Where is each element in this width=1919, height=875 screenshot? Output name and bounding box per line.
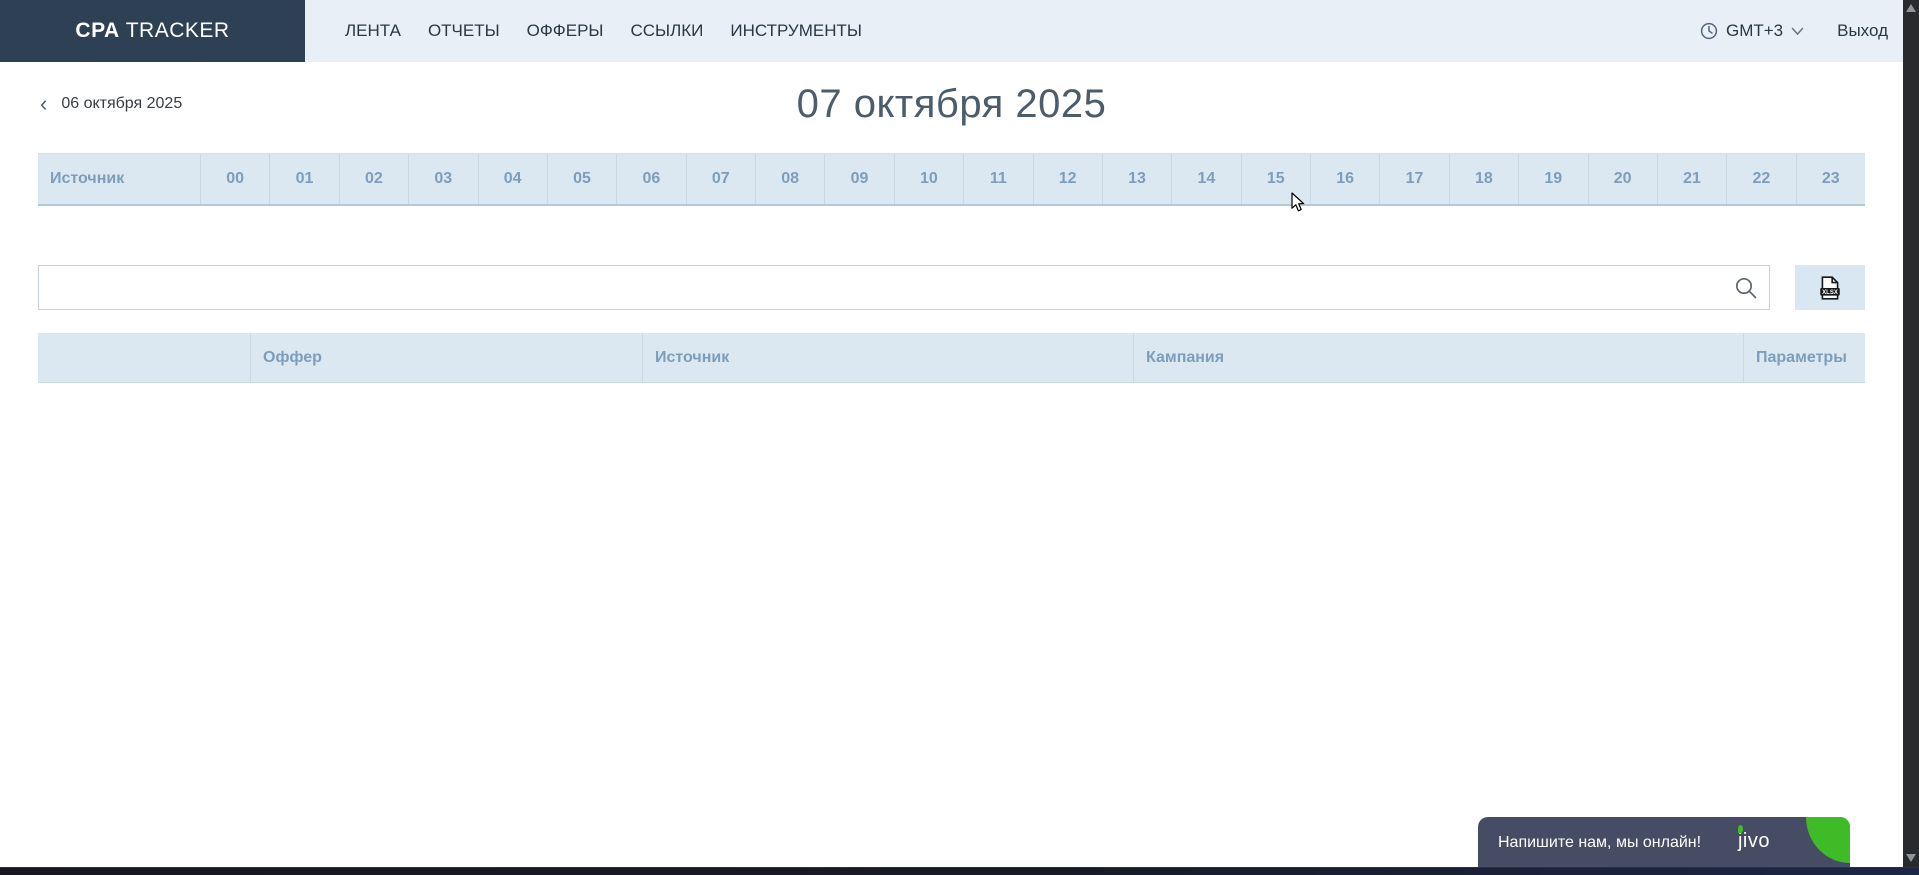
jivo-chat-widget[interactable]: Напишите нам, мы онлайн! jivo	[1478, 817, 1850, 868]
hour-header-cell: 22	[1726, 154, 1795, 204]
date-navigation: ‹ 06 октября 2025 07 октября 2025	[38, 62, 1865, 125]
hour-header-cell: 02	[339, 154, 408, 204]
chevron-left-icon: ‹	[40, 96, 47, 112]
header-right: GMT+3 Выход	[1700, 0, 1919, 62]
jivo-leaf-icon	[1806, 817, 1850, 863]
app-logo[interactable]: CPA TRACKER	[0, 0, 305, 62]
hour-header-cell: 12	[1033, 154, 1102, 204]
search-input[interactable]	[39, 266, 1769, 309]
hour-header-cell: 14	[1171, 154, 1240, 204]
logo-primary: CPA	[75, 19, 119, 43]
hour-header-cell: 15	[1241, 154, 1310, 204]
page-content: ‹ 06 октября 2025 07 октября 2025 Источн…	[0, 62, 1919, 383]
hour-header-cell: 03	[408, 154, 477, 204]
chevron-down-icon	[1791, 27, 1804, 36]
page-title: 07 октября 2025	[38, 62, 1865, 127]
logout-link[interactable]: Выход	[1837, 21, 1888, 41]
svg-text:XLSX: XLSX	[1822, 290, 1838, 296]
bottom-window-edge	[0, 867, 1919, 875]
vertical-scrollbar[interactable]	[1903, 0, 1919, 875]
timezone-label: GMT+3	[1726, 21, 1783, 41]
results-header-row: ОфферИсточникКампанияПараметры	[38, 333, 1865, 383]
hour-header-cell: 11	[963, 154, 1032, 204]
hour-header-cell: 18	[1449, 154, 1518, 204]
results-column-header-4: Параметры	[1743, 333, 1865, 382]
export-xlsx-button[interactable]: XLSX	[1795, 265, 1865, 310]
hour-header-cell: 08	[755, 154, 824, 204]
search-icon[interactable]	[1733, 275, 1759, 301]
timezone-selector[interactable]: GMT+3	[1700, 21, 1804, 41]
hours-source-header: Источник	[38, 170, 200, 188]
xlsx-file-icon: XLSX	[1817, 275, 1843, 301]
hour-header-cell: 16	[1310, 154, 1379, 204]
top-header: CPA TRACKER ЛЕНТА ОТЧЕТЫ ОФФЕРЫ ССЫЛКИ ИНСТР…	[0, 0, 1919, 62]
jivo-logo: jivo	[1738, 830, 1770, 853]
main-nav: ЛЕНТА ОТЧЕТЫ ОФФЕРЫ ССЫЛКИ ИНСТРУМЕНТЫ	[345, 0, 862, 62]
hour-header-cell: 01	[269, 154, 338, 204]
hour-header-cell: 05	[547, 154, 616, 204]
hour-header-cell: 21	[1657, 154, 1726, 204]
hour-header-cell: 06	[616, 154, 685, 204]
hour-header-cell: 20	[1588, 154, 1657, 204]
nav-item-3[interactable]: ССЫЛКИ	[630, 21, 703, 41]
scrollbar-down-arrow-icon[interactable]	[1906, 854, 1916, 862]
results-column-header-0	[38, 333, 250, 382]
results-column-header-2: Источник	[642, 333, 1133, 382]
hour-header-cell: 04	[478, 154, 547, 204]
search-row: XLSX	[38, 265, 1865, 310]
nav-item-4[interactable]: ИНСТРУМЕНТЫ	[730, 21, 862, 41]
prev-date-label: 06 октября 2025	[61, 95, 182, 113]
prev-date-link[interactable]: ‹ 06 октября 2025	[40, 95, 182, 113]
search-box	[38, 265, 1770, 310]
hours-header-row: Источник 0001020304050607080910111213141…	[38, 153, 1865, 206]
hour-header-cell: 23	[1796, 154, 1865, 204]
hour-header-cell: 17	[1379, 154, 1448, 204]
hour-header-cell: 10	[894, 154, 963, 204]
hour-header-cell: 19	[1518, 154, 1587, 204]
hour-header-cell: 00	[200, 154, 269, 204]
hour-header-cell: 09	[824, 154, 893, 204]
clock-icon	[1700, 22, 1718, 40]
chat-message: Напишите нам, мы онлайн!	[1478, 834, 1701, 852]
results-column-header-1: Оффер	[250, 333, 642, 382]
logo-secondary: TRACKER	[126, 19, 230, 43]
hour-header-cell: 07	[686, 154, 755, 204]
results-column-header-3: Кампания	[1133, 333, 1743, 382]
nav-item-2[interactable]: ОФФЕРЫ	[527, 21, 604, 41]
nav-item-1[interactable]: ОТЧЕТЫ	[428, 21, 500, 41]
scrollbar-up-arrow-icon[interactable]	[1906, 4, 1916, 12]
nav-item-0[interactable]: ЛЕНТА	[345, 21, 401, 41]
hour-header-cell: 13	[1102, 154, 1171, 204]
